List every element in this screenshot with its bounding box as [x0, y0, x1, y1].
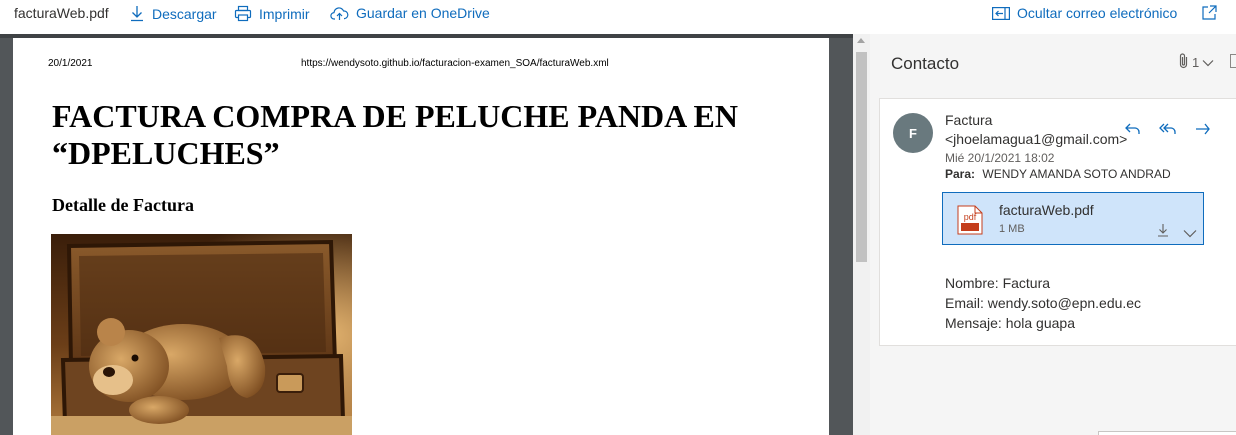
attachment-card[interactable]: pdf facturaWeb.pdf 1 MB	[942, 192, 1204, 245]
attachment-size: 1 MB	[999, 223, 1025, 235]
print-button[interactable]: Imprimir	[234, 5, 310, 22]
message-date: Mié 20/1/2021 18:02	[945, 151, 1055, 165]
to-value[interactable]: WENDY AMANDA SOTO ANDRAD	[982, 167, 1170, 181]
attachment-download-icon[interactable]	[1157, 223, 1169, 242]
body-line-message: Mensaje: hola guapa	[945, 315, 1075, 331]
hide-email-button[interactable]: Ocultar correo electrónico	[992, 5, 1177, 21]
attachment-count: 1	[1192, 54, 1200, 70]
overflow-icon[interactable]	[1230, 54, 1236, 68]
reply-icon[interactable]	[1124, 121, 1142, 142]
onedrive-label: Guardar en OneDrive	[356, 5, 490, 21]
recipients: Para: WENDY AMANDA SOTO ANDRAD	[945, 167, 1171, 181]
scroll-up-arrow-icon[interactable]	[857, 38, 865, 43]
body-line-name: Nombre: Factura	[945, 275, 1051, 291]
to-label: Para:	[945, 167, 976, 181]
pdf-header-url: https://wendysoto.github.io/facturacion-…	[301, 58, 609, 69]
attachment-name: facturaWeb.pdf	[999, 202, 1094, 218]
toolbar: facturaWeb.pdf Descargar Imprimir Guarda…	[0, 0, 1236, 34]
pdf-header-date: 20/1/2021	[48, 58, 93, 69]
pdf-file-icon: pdf	[957, 205, 983, 240]
reading-pane: Contacto 1 F Factura <jhoelamagua1@gmail…	[870, 34, 1236, 435]
paperclip-icon	[1178, 52, 1189, 72]
print-icon	[234, 5, 252, 22]
pdf-viewer[interactable]: 20/1/2021 https://wendysoto.github.io/fa…	[0, 34, 853, 435]
teddy-bear-suitcase-image	[51, 234, 352, 435]
download-icon	[129, 5, 145, 22]
pdf-icon-text: pdf	[964, 212, 977, 222]
file-name: facturaWeb.pdf	[14, 5, 109, 21]
invoice-subtitle: Detalle de Factura	[52, 195, 194, 215]
download-label: Descargar	[152, 5, 217, 22]
print-label: Imprimir	[259, 5, 310, 22]
attachment-count-button[interactable]: 1	[1178, 52, 1214, 72]
pop-out-icon[interactable]	[1201, 4, 1218, 26]
avatar-initial: F	[909, 125, 917, 141]
body-line-email: Email: wendy.soto@epn.edu.ec	[945, 295, 1142, 311]
cloud-upload-icon	[330, 6, 349, 21]
corner-overlay	[1098, 431, 1236, 435]
pdf-page: 20/1/2021 https://wendysoto.github.io/fa…	[13, 38, 829, 435]
avatar[interactable]: F	[893, 113, 933, 153]
attachment-menu-chevron-icon[interactable]	[1183, 225, 1197, 243]
sender[interactable]: Factura <jhoelamagua1@gmail.com>	[945, 111, 1127, 149]
download-button[interactable]: Descargar	[129, 5, 217, 22]
forward-icon[interactable]	[1194, 121, 1212, 142]
chevron-down-icon	[1202, 55, 1214, 70]
hide-email-label: Ocultar correo electrónico	[1017, 5, 1178, 21]
message-card: F Factura <jhoelamagua1@gmail.com> Mié 2…	[879, 98, 1236, 346]
invoice-title: FACTURA COMPRA DE PELUCHE PANDA EN “DPEL…	[52, 98, 738, 171]
scroll-thumb[interactable]	[856, 52, 867, 262]
hide-email-icon	[992, 6, 1010, 20]
reply-all-icon[interactable]	[1158, 121, 1178, 142]
viewer-scrollbar[interactable]	[853, 34, 870, 435]
conversation-title: Contacto	[891, 54, 960, 73]
message-body: Nombre: Factura Email: wendy.soto@epn.ed…	[945, 273, 1141, 333]
save-onedrive-button[interactable]: Guardar en OneDrive	[330, 5, 490, 21]
message-actions	[1124, 121, 1212, 142]
